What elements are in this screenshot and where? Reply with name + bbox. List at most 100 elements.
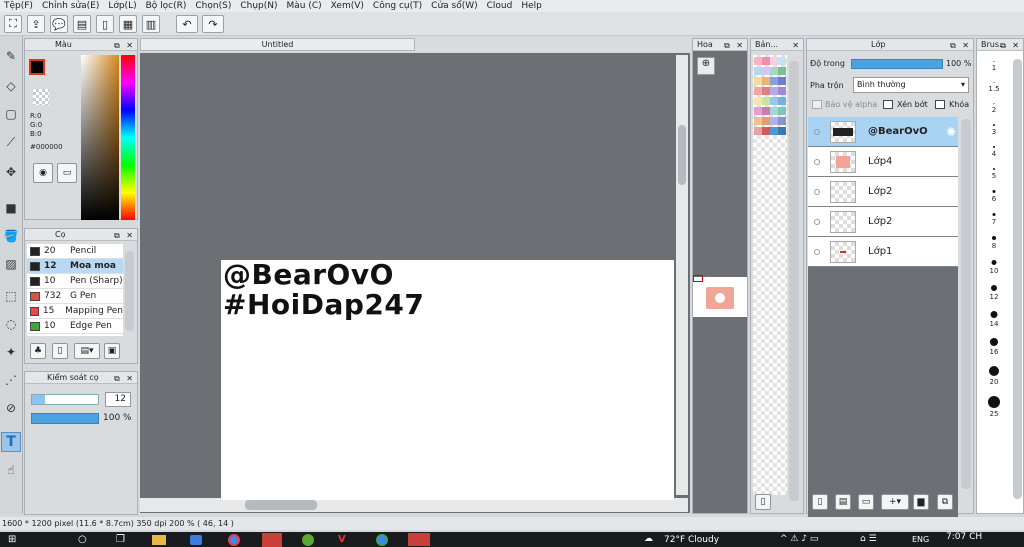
brush-size-dot[interactable]: [990, 338, 998, 346]
palette-swatch[interactable]: [762, 67, 770, 75]
palette-swatch[interactable]: [770, 127, 778, 135]
brush-item[interactable]: 10 Edge Pen: [27, 319, 123, 334]
medibang-taskbar-icon[interactable]: [408, 533, 430, 546]
menu-item-5[interactable]: Chụp(N): [238, 0, 284, 12]
layer-folder-icon[interactable]: ▆: [913, 494, 929, 510]
brush-size-dot[interactable]: [993, 124, 995, 126]
brush-size-dot[interactable]: [991, 285, 997, 291]
hue-slider[interactable]: [121, 55, 135, 220]
chrome-icon-2[interactable]: [376, 534, 388, 546]
brush-size-dot[interactable]: [993, 146, 995, 148]
layer-list-scrollbar[interactable]: [961, 119, 971, 489]
redo-icon[interactable]: ↷: [202, 15, 224, 33]
transparent-swatch[interactable]: [33, 89, 49, 105]
brush-size-dot[interactable]: [993, 82, 995, 83]
palette-swatch[interactable]: [754, 107, 762, 115]
foreground-color-swatch[interactable]: [29, 59, 45, 75]
palette-swatch[interactable]: [754, 77, 762, 85]
palette-swatch[interactable]: [762, 97, 770, 105]
brush-item[interactable]: 20 Pencil: [27, 244, 123, 259]
clipping-checkbox[interactable]: [883, 100, 893, 109]
undo-icon[interactable]: ↶: [176, 15, 198, 33]
layer-options-icon[interactable]: +▾: [881, 494, 909, 510]
windows-start-icon[interactable]: ⊞: [8, 534, 19, 545]
palette-swatch[interactable]: [762, 107, 770, 115]
brush-size-dot[interactable]: [990, 311, 998, 318]
magic-wand-icon[interactable]: ✦: [1, 342, 21, 362]
app-icon-4[interactable]: V: [338, 534, 346, 545]
brush-size-dot[interactable]: [993, 103, 995, 104]
color-history-icon[interactable]: ▭: [57, 163, 77, 183]
palette-swatch[interactable]: [770, 67, 778, 75]
palette-scrollbar[interactable]: [789, 61, 799, 501]
rect-tool-icon[interactable]: ▢: [1, 104, 21, 124]
canvas-vertical-scrollbar[interactable]: [676, 55, 688, 495]
eraser-tool-icon[interactable]: ◇: [1, 76, 21, 96]
layer-opacity-slider[interactable]: [851, 59, 943, 69]
canvas-horizontal-scrollbar[interactable]: [140, 498, 688, 512]
menu-item-3[interactable]: Bộ lọc(R): [144, 0, 194, 12]
app-icon-3[interactable]: [302, 534, 314, 546]
color-wheel-icon[interactable]: ◉: [33, 163, 53, 183]
app-icon-2[interactable]: [262, 533, 282, 547]
layer-row[interactable]: Lớp2: [808, 207, 958, 237]
new-brush-icon[interactable]: ▯: [52, 343, 68, 359]
app-icon-1[interactable]: [190, 535, 202, 545]
brush-size-dot[interactable]: [991, 260, 997, 265]
brush-size-dot[interactable]: [992, 236, 996, 240]
blend-mode-select[interactable]: Bình thường ▾: [853, 77, 969, 93]
gradient-tool-icon[interactable]: ▨: [1, 254, 21, 274]
palette-swatch[interactable]: [762, 117, 770, 125]
new-layer-icon[interactable]: ▯: [812, 494, 828, 510]
brush-item[interactable]: 15 Mapping Pen: [27, 304, 123, 319]
navigator-thumbnail[interactable]: [693, 277, 747, 317]
menu-item-6[interactable]: Màu (C): [285, 0, 329, 12]
text-tool-icon[interactable]: T: [1, 432, 21, 452]
grid-icon[interactable]: ▦: [119, 15, 137, 33]
palette-swatch[interactable]: [778, 87, 786, 95]
hand-tool-icon[interactable]: ☝: [1, 460, 21, 480]
brush-size-dot[interactable]: [992, 190, 996, 193]
fill-rect-tool-icon[interactable]: ■: [1, 198, 21, 218]
brush-size-dot[interactable]: [988, 396, 1000, 408]
move-tool-icon[interactable]: ✥: [1, 162, 21, 182]
brush-size-input[interactable]: 12: [105, 392, 131, 407]
protect-alpha-checkbox[interactable]: [812, 100, 822, 109]
palette-swatch[interactable]: [762, 57, 770, 65]
brush-list-scrollbar[interactable]: [125, 251, 134, 331]
palette-swatch[interactable]: [754, 97, 762, 105]
palette-swatch[interactable]: [754, 67, 762, 75]
palette-swatch[interactable]: [778, 107, 786, 115]
menu-item-2[interactable]: Lớp(L): [106, 0, 143, 12]
palette-swatch[interactable]: [778, 67, 786, 75]
file-explorer-icon[interactable]: [152, 535, 166, 545]
brush-size-dot[interactable]: [993, 168, 995, 170]
brush-settings-icon[interactable]: ▣: [104, 343, 120, 359]
menu-item-0[interactable]: Tệp(F): [2, 0, 40, 12]
canvas-tab[interactable]: Untitled: [140, 38, 415, 51]
line-tool-icon[interactable]: ⟋: [1, 132, 21, 152]
layer-row[interactable]: Lớp1: [808, 237, 958, 267]
weather-text[interactable]: 72°F Cloudy: [664, 535, 719, 545]
palette-swatch[interactable]: [762, 87, 770, 95]
palette-swatch[interactable]: [770, 77, 778, 85]
layer-visibility-icon[interactable]: [814, 218, 820, 225]
palette-swatch[interactable]: [778, 127, 786, 135]
brush-size-scrollbar[interactable]: [1013, 59, 1022, 499]
brush-opacity-slider[interactable]: [31, 413, 99, 424]
palette-swatch[interactable]: [770, 117, 778, 125]
palette-new-icon[interactable]: ▯: [755, 494, 771, 510]
network-icon[interactable]: ⌂ ☰: [860, 534, 877, 544]
document-canvas[interactable]: @BearOvO #HoiDap247: [221, 260, 674, 500]
language-indicator[interactable]: ENG: [912, 535, 929, 544]
page-icon[interactable]: ▯: [96, 15, 114, 33]
lock-checkbox[interactable]: [935, 100, 945, 109]
layer-row[interactable]: @BearOvO ✺: [808, 117, 958, 147]
menu-item-10[interactable]: Cloud: [485, 0, 520, 12]
palette-swatch[interactable]: [778, 97, 786, 105]
brush-size-dot[interactable]: [989, 366, 999, 376]
chrome-icon[interactable]: [228, 534, 240, 546]
search-icon[interactable]: ○: [78, 534, 87, 545]
brush-item[interactable]: 732 G Pen: [27, 289, 123, 304]
palette-swatch[interactable]: [770, 87, 778, 95]
